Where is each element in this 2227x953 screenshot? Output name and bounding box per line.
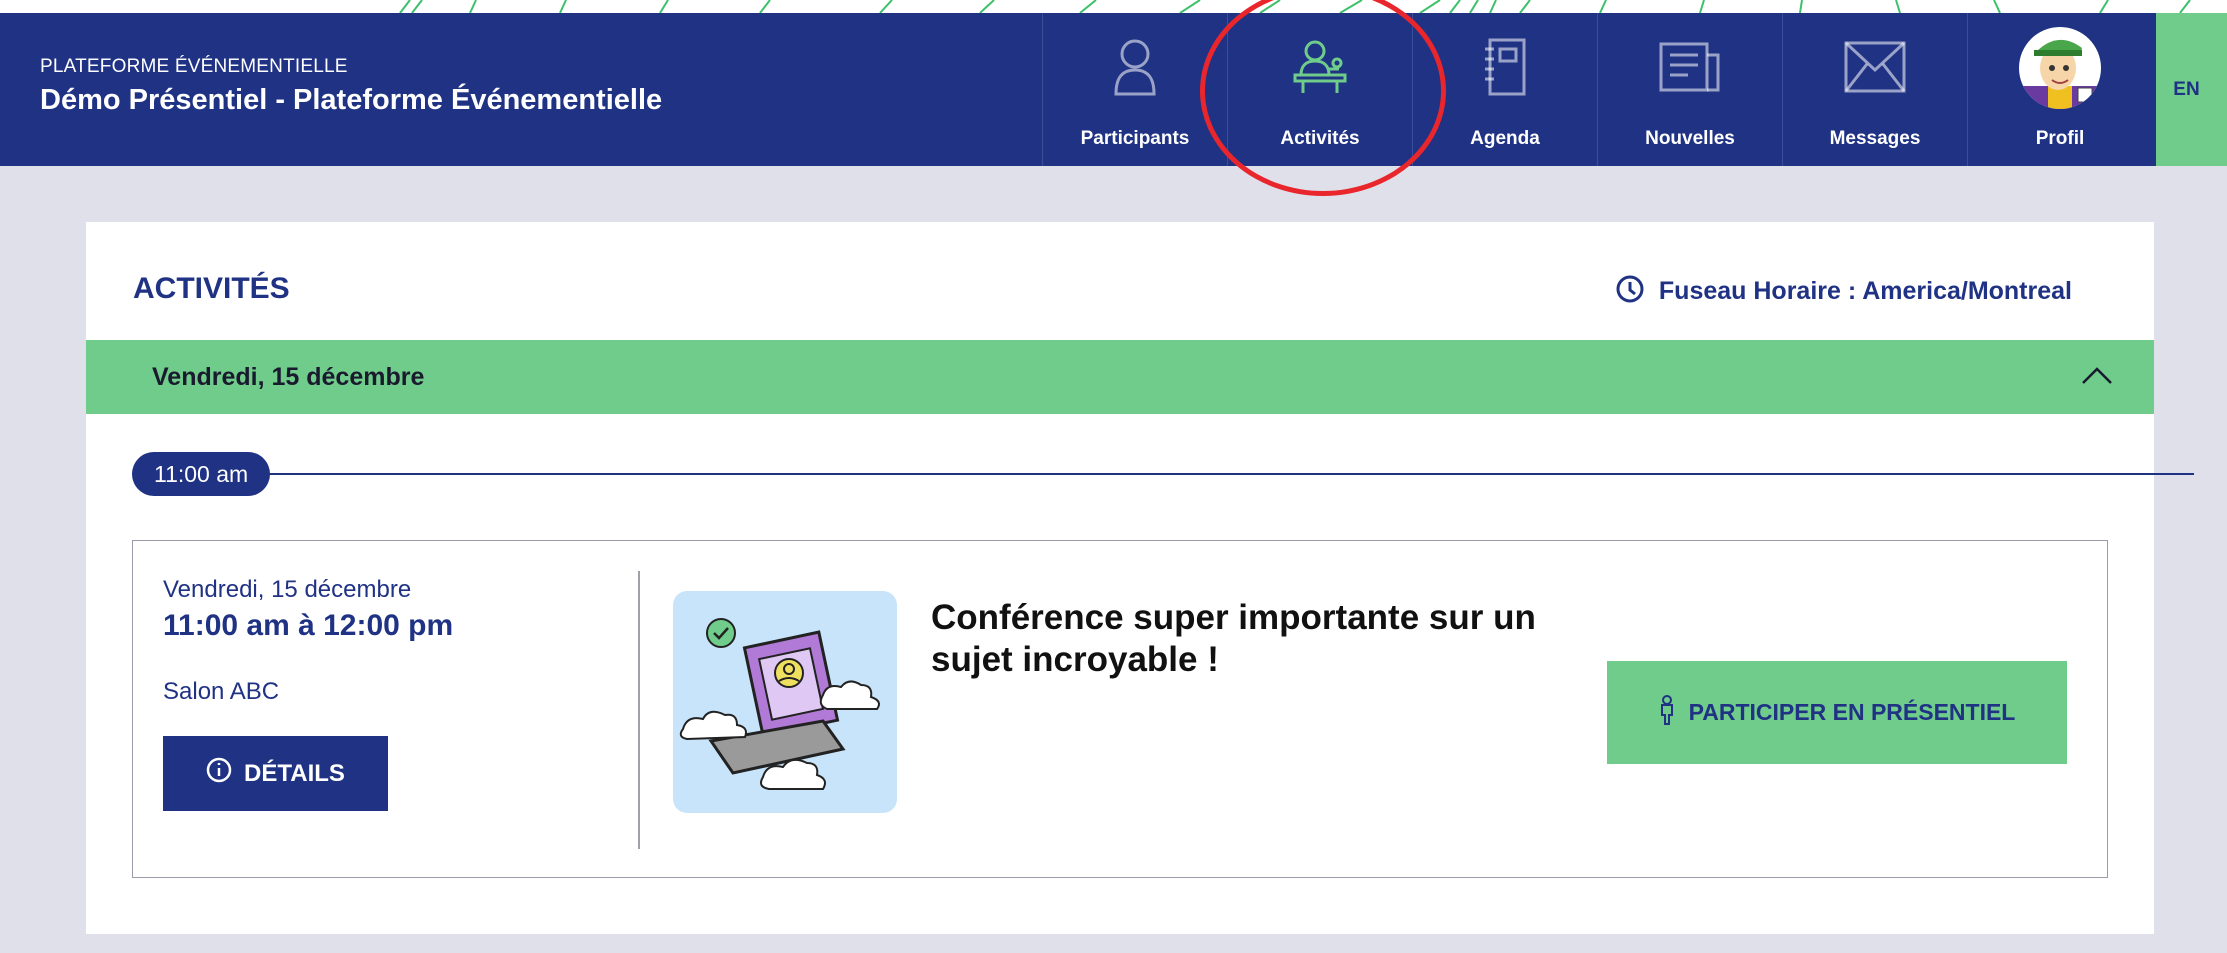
day-label: Vendredi, 15 décembre bbox=[152, 363, 425, 391]
nav-label: Nouvelles bbox=[1645, 128, 1735, 149]
timezone-indicator: Fuseau Horaire : America/Montreal bbox=[1615, 274, 2072, 309]
event-title: Démo Présentiel - Plateforme Événementie… bbox=[40, 84, 663, 116]
activity-date: Vendredi, 15 décembre bbox=[163, 576, 412, 603]
envelope-icon bbox=[1843, 35, 1907, 99]
decorative-strip bbox=[0, 0, 2227, 13]
activity-card: Vendredi, 15 décembre 11:00 am à 12:00 p… bbox=[132, 540, 2108, 878]
notebook-icon bbox=[1482, 35, 1528, 99]
details-label: DÉTAILS bbox=[244, 759, 345, 787]
clock-icon bbox=[1615, 274, 1645, 309]
nav-participants[interactable]: Participants bbox=[1042, 13, 1227, 166]
day-header[interactable]: Vendredi, 15 décembre bbox=[86, 340, 2154, 414]
activities-card: ACTIVITÉS Fuseau Horaire : America/Montr… bbox=[86, 222, 2194, 934]
nav-nouvelles[interactable]: Nouvelles bbox=[1597, 13, 1782, 166]
brand-subtitle: PLATEFORME ÉVÉNEMENTIELLE bbox=[40, 56, 348, 77]
participate-in-person-button[interactable]: PARTICIPER EN PRÉSENTIEL bbox=[1607, 661, 2067, 764]
avatar bbox=[2018, 25, 2102, 111]
presenter-icon bbox=[1291, 35, 1349, 99]
nav-profil[interactable]: Profil bbox=[1967, 13, 2152, 166]
activity-time: 11:00 am à 12:00 pm bbox=[163, 609, 454, 642]
nav-label: Activités bbox=[1280, 128, 1360, 149]
main-nav: Participants Activités Agenda Nouvelles … bbox=[1042, 13, 2152, 166]
details-button[interactable]: DÉTAILS bbox=[163, 736, 388, 811]
info-icon bbox=[206, 757, 232, 790]
timeline-divider bbox=[266, 473, 2194, 475]
top-header: PLATEFORME ÉVÉNEMENTIELLE Démo Présentie… bbox=[0, 13, 2227, 166]
activity-title: Conférence super importante sur un sujet… bbox=[931, 598, 1536, 679]
nav-label: Profil bbox=[2035, 128, 2085, 149]
page-title: ACTIVITÉS bbox=[133, 272, 290, 305]
nav-label: Messages bbox=[1829, 128, 1921, 149]
person-icon bbox=[1112, 35, 1158, 99]
person-icon bbox=[1659, 694, 1675, 731]
nav-activites[interactable]: Activités bbox=[1227, 13, 1412, 166]
nav-label: Participants bbox=[1080, 128, 1190, 149]
nav-agenda[interactable]: Agenda bbox=[1412, 13, 1597, 166]
brand: PLATEFORME ÉVÉNEMENTIELLE Démo Présentie… bbox=[40, 56, 662, 117]
chevron-up-icon[interactable] bbox=[2080, 364, 2114, 391]
time-slot-badge: 11:00 am bbox=[132, 452, 271, 496]
timezone-label: Fuseau Horaire : America/Montreal bbox=[1658, 277, 2072, 305]
vertical-divider bbox=[638, 571, 640, 849]
newspaper-icon bbox=[1658, 35, 1722, 99]
language-toggle[interactable]: EN bbox=[2156, 13, 2227, 166]
activity-illustration bbox=[673, 591, 897, 813]
activity-room: Salon ABC bbox=[163, 678, 280, 705]
page: PLATEFORME ÉVÉNEMENTIELLE Démo Présentie… bbox=[0, 0, 2227, 953]
participate-label: PARTICIPER EN PRÉSENTIEL bbox=[1688, 699, 2016, 725]
nav-label: Agenda bbox=[1470, 128, 1540, 149]
nav-messages[interactable]: Messages bbox=[1782, 13, 1967, 166]
